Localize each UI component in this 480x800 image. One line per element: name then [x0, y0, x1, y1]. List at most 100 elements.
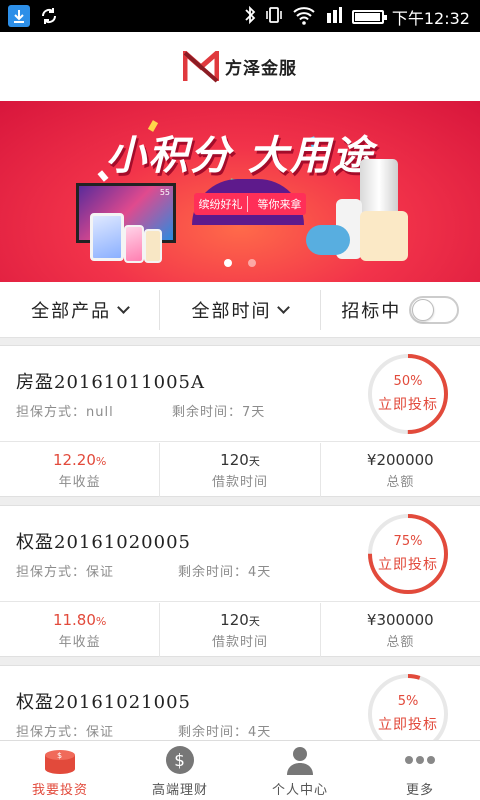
rate-label: 年收益 [58, 634, 101, 650]
product-name: 房盈20161011005A [16, 372, 205, 393]
annual-rate: 11.80% 年收益 [0, 603, 159, 657]
nav-account-label: 个人中心 [271, 782, 328, 798]
bidding-filter-label: 招标中 [341, 300, 402, 322]
banner-slogan-left: 缤纷好礼 [199, 196, 248, 212]
nav-wealth[interactable]: $ 高端理财 [120, 741, 240, 800]
banner-dot-1[interactable] [224, 259, 232, 267]
product-card[interactable]: 权盈20161021005 担保方式：保证 剩余时间：4天 5% 立即投标 [0, 665, 480, 740]
banner-dot-2[interactable] [248, 259, 256, 267]
battery-icon [351, 10, 387, 24]
progress-percent: 5% [397, 694, 419, 709]
download-notification-icon [8, 5, 30, 27]
guarantee-label: 担保方式： [16, 565, 87, 580]
amount-value: ¥300000 [366, 610, 434, 629]
remaining-value: 7天 [242, 405, 266, 420]
invest-now-button[interactable]: 立即投标 [366, 394, 450, 414]
remaining-value: 4天 [248, 725, 272, 740]
vacuum-prize-image [306, 225, 350, 255]
nav-more-label: 更多 [405, 782, 434, 798]
product-card[interactable]: 房盈20161011005A 担保方式：null 剩余时间：7天 50% 立即投… [0, 345, 480, 497]
time-filter-label: 全部时间 [191, 300, 272, 322]
loan-term: 120天 借款时间 [159, 603, 319, 657]
rate-value: 11.80 [52, 610, 96, 629]
banner-slogan: 缤纷好礼 等你来拿 [194, 193, 306, 215]
rate-value: 12.20 [52, 450, 96, 469]
invest-progress-ring[interactable]: 75% 立即投标 [366, 512, 450, 596]
status-time: 下午12:32 [391, 9, 470, 28]
bidding-filter: 招标中 [319, 289, 480, 330]
bluetooth-icon [244, 5, 256, 29]
nav-more[interactable]: 更多 [360, 741, 480, 800]
more-dots-icon [403, 744, 437, 776]
guarantee-value: 保证 [86, 725, 115, 740]
guarantee-info: 担保方式：保证 [16, 721, 114, 740]
guarantee-info: 担保方式：保证 [16, 561, 114, 580]
rice-cooker-prize-image [360, 211, 408, 261]
rate-unit: % [95, 614, 107, 628]
progress-percent: 75% [393, 534, 423, 549]
promo-banner[interactable]: 小积分 大用途 缤纷好礼 等你来拿 55 [0, 101, 480, 282]
sync-notification-icon [38, 5, 60, 27]
amount-value: ¥200000 [366, 450, 434, 469]
sim-signal-icon [324, 5, 344, 29]
guarantee-value: null [86, 405, 114, 420]
phone-prize-image [124, 225, 144, 263]
product-list[interactable]: 房盈20161011005A 担保方式：null 剩余时间：7天 50% 立即投… [0, 338, 480, 740]
chevron-down-icon [117, 300, 131, 314]
term-unit: 天 [248, 454, 260, 468]
invest-progress-ring[interactable]: 50% 立即投标 [366, 352, 450, 436]
invest-progress-ring[interactable]: 5% 立即投标 [366, 672, 450, 740]
remaining-info: 剩余时间：7天 [172, 401, 265, 420]
remaining-value: 4天 [248, 565, 272, 580]
dollar-circle-icon: $ [163, 744, 197, 776]
total-amount: ¥300000 总额 [319, 603, 480, 657]
product-filter-dropdown[interactable]: 全部产品 [0, 290, 159, 330]
brand-name: 方泽金服 [225, 59, 297, 79]
term-label: 借款时间 [211, 474, 268, 490]
app-header: 方泽金服 [0, 32, 480, 101]
guarantee-label: 担保方式： [16, 725, 87, 740]
amount-label: 总额 [386, 474, 415, 490]
brand-logo-icon [183, 50, 219, 83]
guarantee-label: 担保方式： [16, 405, 87, 420]
bidding-toggle[interactable] [409, 295, 460, 324]
remaining-info: 剩余时间：4天 [178, 561, 271, 580]
term-value: 120 [220, 610, 249, 629]
banner-pagination [0, 259, 480, 267]
product-card[interactable]: 权盈20161020005 担保方式：保证 剩余时间：4天 75% 立即投标 1… [0, 505, 480, 657]
invest-now-button[interactable]: 立即投标 [366, 554, 450, 574]
filter-bar: 全部产品 全部时间 招标中 [0, 282, 480, 338]
vibrate-icon [264, 5, 284, 29]
total-amount: ¥200000 总额 [319, 443, 480, 497]
toggle-knob [412, 298, 435, 321]
chevron-down-icon [277, 300, 291, 314]
nav-wealth-label: 高端理财 [151, 782, 208, 798]
term-value: 120 [220, 450, 249, 469]
remaining-label: 剩余时间： [178, 725, 249, 740]
rate-label: 年收益 [58, 474, 101, 490]
invest-now-button[interactable]: 立即投标 [366, 714, 450, 734]
remaining-label: 剩余时间： [178, 565, 249, 580]
guarantee-value: 保证 [86, 565, 115, 580]
product-name: 权盈20161020005 [16, 532, 191, 553]
phone-prize-image-2 [144, 229, 162, 263]
tv-label: 55 [159, 188, 170, 197]
bottom-nav: $ 我要投资 $ 高端理财 个人中心 更多 [0, 740, 480, 800]
time-filter-dropdown[interactable]: 全部时间 [159, 289, 319, 330]
banner-title: 小积分 大用途 [106, 133, 374, 179]
banner-slogan-right: 等你来拿 [257, 198, 302, 211]
nav-invest[interactable]: $ 我要投资 [0, 741, 120, 800]
nav-invest-label: 我要投资 [31, 782, 88, 798]
person-icon [283, 744, 317, 776]
remaining-info: 剩余时间：4天 [178, 721, 271, 740]
term-unit: 天 [248, 614, 260, 628]
tablet-prize-image [90, 213, 124, 261]
annual-rate: 12.20% 年收益 [0, 443, 159, 497]
wifi-icon [292, 5, 316, 29]
rate-unit: % [95, 454, 107, 468]
coin-stack-icon: $ [43, 744, 77, 776]
term-label: 借款时间 [211, 634, 268, 650]
product-filter-label: 全部产品 [31, 300, 112, 322]
remaining-label: 剩余时间： [172, 405, 243, 420]
nav-account[interactable]: 个人中心 [240, 741, 360, 800]
